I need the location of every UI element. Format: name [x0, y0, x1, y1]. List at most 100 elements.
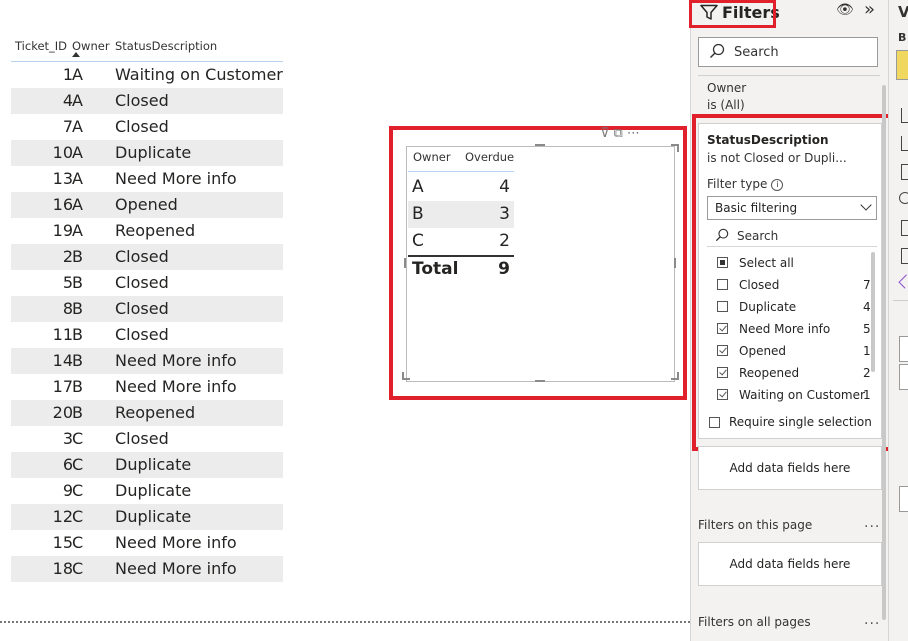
cell-status: Waiting on Customer	[115, 65, 283, 84]
resize-handle[interactable]	[677, 372, 679, 380]
matrix-cell-owner: C	[412, 231, 424, 251]
resize-handle[interactable]	[677, 144, 679, 152]
cell-owner: C	[72, 455, 84, 474]
filter-card-owner[interactable]: Owner is (All)	[698, 76, 882, 116]
highlight-box-filters-title	[689, 0, 776, 28]
cell-status: Need More info	[115, 169, 237, 188]
cell-status: Closed	[115, 325, 169, 344]
table-row[interactable]: 15 C Need More info	[11, 530, 283, 556]
visual-header-icons: ⊽⧉⋯	[600, 126, 644, 141]
chevron-icon[interactable]	[898, 274, 908, 289]
cell-status: Duplicate	[115, 143, 192, 162]
matrix-row[interactable]: C2	[408, 228, 514, 255]
resize-handle[interactable]	[404, 258, 406, 268]
field-well[interactable]	[899, 486, 908, 512]
table-row[interactable]: 17 B Need More info	[11, 374, 283, 400]
map-icon[interactable]	[899, 192, 908, 204]
table-row[interactable]: 11 B Closed	[11, 322, 283, 348]
cell-owner: B	[72, 299, 83, 318]
table-row[interactable]: 3 C Closed	[11, 426, 283, 452]
resize-handle[interactable]	[535, 380, 545, 382]
col-header-owner[interactable]: Owner	[72, 34, 110, 62]
page-filters-more-icon[interactable]: ...	[864, 515, 880, 531]
cell-ticket-id: 18	[52, 559, 73, 578]
owner-filter-field: Owner	[707, 81, 747, 95]
matrix-header-owner[interactable]: Owner	[413, 150, 451, 164]
filter-icon[interactable]: ⊽	[600, 126, 614, 141]
chart-icon[interactable]	[901, 108, 908, 123]
search-placeholder: Search	[734, 45, 779, 60]
total-label: Total	[412, 259, 459, 279]
cell-ticket-id: 20	[52, 403, 73, 422]
resize-handle[interactable]	[535, 144, 545, 146]
table-row[interactable]: 14 B Need More info	[11, 348, 283, 374]
table-row[interactable]: 1 A Waiting on Customer	[11, 62, 283, 88]
table-row[interactable]: 20 B Reopened	[11, 400, 283, 426]
table-row[interactable]: 5 B Closed	[11, 270, 283, 296]
cell-ticket-id: 12	[52, 507, 73, 526]
sort-ascending-icon	[72, 52, 80, 57]
cell-ticket-id: 19	[52, 221, 73, 240]
collapse-pane-icon[interactable]: »	[864, 0, 875, 20]
cell-owner: B	[72, 377, 83, 396]
page-boundary	[0, 621, 690, 623]
visualizations-pane[interactable]: V B	[888, 0, 908, 641]
cell-owner: A	[72, 143, 83, 162]
chart-icon[interactable]	[901, 136, 908, 151]
cell-ticket-id: 17	[52, 377, 73, 396]
table-row[interactable]: 12 C Duplicate	[11, 504, 283, 530]
focus-mode-icon[interactable]: ⧉	[614, 126, 627, 141]
cell-status: Closed	[115, 273, 169, 292]
table-row[interactable]: 2 B Closed	[11, 244, 283, 270]
add-fields-visual-dropzone[interactable]: Add data fields here	[698, 446, 882, 490]
chart-icon[interactable]	[901, 164, 908, 180]
table-row[interactable]: 4 A Closed	[11, 88, 283, 114]
table-row[interactable]: 9 C Duplicate	[11, 478, 283, 504]
matrix-row[interactable]: B3	[408, 201, 514, 228]
cell-status: Closed	[115, 91, 169, 110]
total-value: 9	[498, 259, 510, 279]
all-pages-more-icon[interactable]: ...	[864, 612, 880, 628]
table-visual-icon[interactable]	[896, 50, 908, 80]
table-row[interactable]: 7 A Closed	[11, 114, 283, 140]
divider	[893, 300, 908, 301]
matrix-cell-overdue: 4	[499, 177, 510, 197]
col-header-ticket-id[interactable]: Ticket_ID	[15, 34, 67, 62]
filters-search-input[interactable]: Search	[698, 37, 878, 67]
resize-handle[interactable]	[674, 258, 676, 268]
more-options-icon[interactable]: ⋯	[627, 126, 644, 141]
table-row[interactable]: 13 A Need More info	[11, 166, 283, 192]
table-row[interactable]: 6 C Duplicate	[11, 452, 283, 478]
table-row[interactable]: 8 B Closed	[11, 296, 283, 322]
add-fields-page-dropzone[interactable]: Add data fields here	[698, 542, 882, 586]
cell-status: Need More info	[115, 559, 237, 578]
matrix-row[interactable]: A4	[408, 174, 514, 201]
table-row[interactable]: 19 A Reopened	[11, 218, 283, 244]
resize-handle[interactable]	[402, 372, 404, 380]
eye-icon[interactable]: 👁	[836, 2, 854, 18]
cell-owner: B	[72, 403, 83, 422]
field-well[interactable]	[899, 336, 908, 362]
col-header-status[interactable]: StatusDescription	[115, 34, 217, 62]
search-icon	[709, 43, 725, 59]
table-row[interactable]: 10 A Duplicate	[11, 140, 283, 166]
cell-status: Closed	[115, 299, 169, 318]
cell-status: Need More info	[115, 533, 237, 552]
matrix-cell-overdue: 2	[499, 231, 510, 251]
field-well[interactable]	[899, 364, 908, 390]
cell-owner: A	[72, 169, 83, 188]
viz-pane-title: V	[898, 3, 908, 21]
table-row[interactable]: 16 A Opened	[11, 192, 283, 218]
chart-icon[interactable]	[901, 248, 908, 264]
table-row[interactable]: 18 C Need More info	[11, 556, 283, 582]
matrix-header-divider	[408, 171, 514, 172]
cell-owner: A	[72, 195, 83, 214]
cell-status: Reopened	[115, 403, 196, 422]
cell-owner: A	[72, 221, 83, 240]
filters-pane-scrollbar[interactable]	[880, 85, 888, 620]
chart-icon[interactable]	[901, 220, 908, 236]
matrix-header-overdue[interactable]: Overdue	[465, 150, 514, 164]
cell-ticket-id: 15	[52, 533, 73, 552]
cell-status: Reopened	[115, 221, 196, 240]
cell-status: Need More info	[115, 377, 237, 396]
